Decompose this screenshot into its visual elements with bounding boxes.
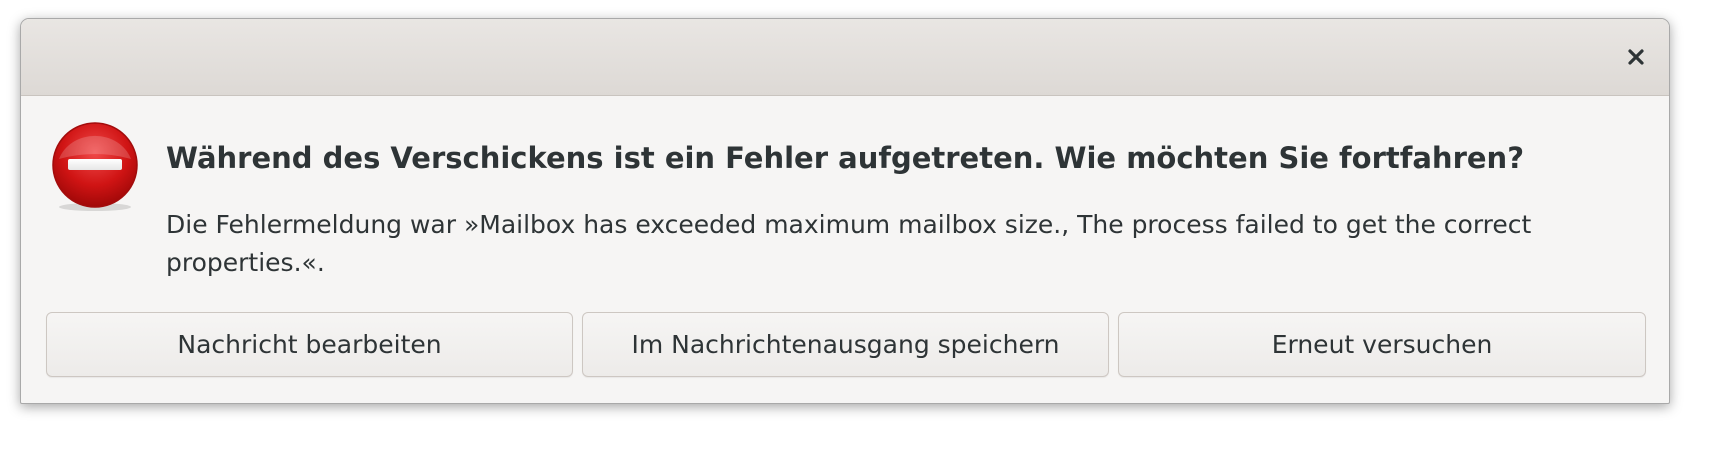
dialog-heading: Während des Verschickens ist ein Fehler … bbox=[166, 141, 1525, 175]
error-dialog: Während des Verschickens ist ein Fehler … bbox=[20, 18, 1670, 404]
close-icon[interactable] bbox=[1627, 48, 1645, 66]
dialog-message: Die Fehlermeldung war »Mailbox has excee… bbox=[166, 210, 1532, 277]
retry-button[interactable]: Erneut versuchen bbox=[1118, 312, 1646, 377]
dialog-titlebar[interactable] bbox=[21, 19, 1669, 96]
close-button[interactable] bbox=[1617, 38, 1655, 76]
error-icon bbox=[52, 122, 138, 211]
dialog-button-row: Nachricht bearbeiten Im Nachrichtenausga… bbox=[46, 312, 1646, 379]
edit-message-button[interactable]: Nachricht bearbeiten bbox=[46, 312, 573, 377]
save-to-outbox-button[interactable]: Im Nachrichtenausgang speichern bbox=[582, 312, 1109, 377]
